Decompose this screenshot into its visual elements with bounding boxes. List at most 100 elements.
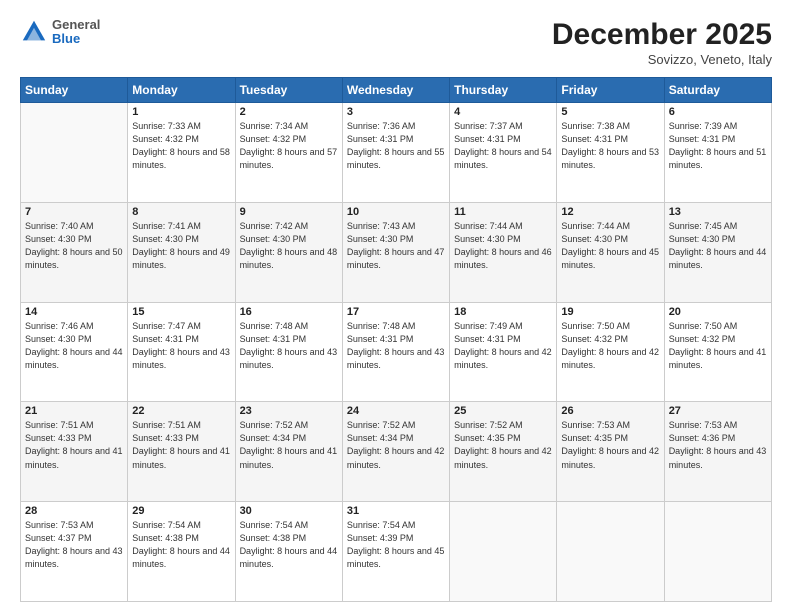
calendar-cell: 31 Sunrise: 7:54 AM Sunset: 4:39 PM Dayli… xyxy=(342,502,449,602)
day-info: Sunrise: 7:51 AM Sunset: 4:33 PM Dayligh… xyxy=(25,419,123,471)
calendar-cell xyxy=(21,103,128,203)
col-header-thursday: Thursday xyxy=(450,78,557,103)
day-number: 15 xyxy=(132,306,230,318)
logo-text: General Blue xyxy=(52,18,100,47)
day-info: Sunrise: 7:48 AM Sunset: 4:31 PM Dayligh… xyxy=(240,320,338,372)
day-info: Sunrise: 7:52 AM Sunset: 4:34 PM Dayligh… xyxy=(240,419,338,471)
day-number: 5 xyxy=(561,106,659,118)
day-number: 16 xyxy=(240,306,338,318)
calendar-cell: 1Sunrise: 7:33 AM Sunset: 4:32 PM Daylig… xyxy=(128,103,235,203)
day-number: 14 xyxy=(25,306,123,318)
calendar-cell: 10 Sunrise: 7:43 AM Sunset: 4:30 PM Dayli… xyxy=(342,202,449,302)
day-info: Sunrise: 7:42 AM Sunset: 4:30 PM Dayligh… xyxy=(240,220,338,272)
calendar-cell: 29Sunrise: 7:54 AM Sunset: 4:38 PM Dayli… xyxy=(128,502,235,602)
day-number: 26 xyxy=(561,405,659,417)
day-info: Sunrise: 7:54 AM Sunset: 4:38 PM Dayligh… xyxy=(240,519,338,571)
day-number: 11 xyxy=(454,206,552,218)
calendar-cell: 17Sunrise: 7:48 AM Sunset: 4:31 PM Dayli… xyxy=(342,302,449,402)
location: Sovizzo, Veneto, Italy xyxy=(552,52,772,67)
day-info: Sunrise: 7:53 AM Sunset: 4:37 PM Dayligh… xyxy=(25,519,123,571)
day-number: 3 xyxy=(347,106,445,118)
day-info: Sunrise: 7:44 AM Sunset: 4:30 PM Dayligh… xyxy=(454,220,552,272)
day-info: Sunrise: 7:54 AM Sunset: 4:39 PM Dayligh… xyxy=(347,519,445,571)
calendar-cell: 4 Sunrise: 7:37 AM Sunset: 4:31 PM Daylig… xyxy=(450,103,557,203)
calendar-cell: 9 Sunrise: 7:42 AM Sunset: 4:30 PM Daylig… xyxy=(235,202,342,302)
title-block: December 2025 Sovizzo, Veneto, Italy xyxy=(552,18,772,67)
day-number: 13 xyxy=(669,206,767,218)
col-header-friday: Friday xyxy=(557,78,664,103)
calendar-cell xyxy=(557,502,664,602)
calendar-cell: 28 Sunrise: 7:53 AM Sunset: 4:37 PM Dayli… xyxy=(21,502,128,602)
col-header-wednesday: Wednesday xyxy=(342,78,449,103)
day-number: 20 xyxy=(669,306,767,318)
calendar-cell: 30 Sunrise: 7:54 AM Sunset: 4:38 PM Dayli… xyxy=(235,502,342,602)
calendar-cell: 20Sunrise: 7:50 AM Sunset: 4:32 PM Dayli… xyxy=(664,302,771,402)
calendar-cell: 8Sunrise: 7:41 AM Sunset: 4:30 PM Daylig… xyxy=(128,202,235,302)
calendar-cell: 2Sunrise: 7:34 AM Sunset: 4:32 PM Daylig… xyxy=(235,103,342,203)
day-number: 19 xyxy=(561,306,659,318)
day-number: 8 xyxy=(132,206,230,218)
day-number: 1 xyxy=(132,106,230,118)
calendar-cell xyxy=(664,502,771,602)
calendar-cell xyxy=(450,502,557,602)
calendar-week-row: 14 Sunrise: 7:46 AM Sunset: 4:30 PM Dayli… xyxy=(21,302,772,402)
page: General Blue December 2025 Sovizzo, Vene… xyxy=(0,0,792,612)
day-number: 12 xyxy=(561,206,659,218)
calendar-cell: 25Sunrise: 7:52 AM Sunset: 4:35 PM Dayli… xyxy=(450,402,557,502)
day-info: Sunrise: 7:50 AM Sunset: 4:32 PM Dayligh… xyxy=(561,320,659,372)
col-header-saturday: Saturday xyxy=(664,78,771,103)
day-number: 9 xyxy=(240,206,338,218)
day-number: 28 xyxy=(25,505,123,517)
calendar-cell: 13Sunrise: 7:45 AM Sunset: 4:30 PM Dayli… xyxy=(664,202,771,302)
month-title: December 2025 xyxy=(552,18,772,52)
day-info: Sunrise: 7:40 AM Sunset: 4:30 PM Dayligh… xyxy=(25,220,123,272)
calendar-cell: 21 Sunrise: 7:51 AM Sunset: 4:33 PM Dayli… xyxy=(21,402,128,502)
day-number: 10 xyxy=(347,206,445,218)
header: General Blue December 2025 Sovizzo, Vene… xyxy=(20,18,772,67)
day-info: Sunrise: 7:37 AM Sunset: 4:31 PM Dayligh… xyxy=(454,120,552,172)
day-info: Sunrise: 7:38 AM Sunset: 4:31 PM Dayligh… xyxy=(561,120,659,172)
calendar-cell: 3Sunrise: 7:36 AM Sunset: 4:31 PM Daylig… xyxy=(342,103,449,203)
col-header-tuesday: Tuesday xyxy=(235,78,342,103)
day-info: Sunrise: 7:51 AM Sunset: 4:33 PM Dayligh… xyxy=(132,419,230,471)
calendar-cell: 18 Sunrise: 7:49 AM Sunset: 4:31 PM Dayli… xyxy=(450,302,557,402)
day-number: 30 xyxy=(240,505,338,517)
day-number: 18 xyxy=(454,306,552,318)
calendar-header-row: SundayMondayTuesdayWednesdayThursdayFrid… xyxy=(21,78,772,103)
day-info: Sunrise: 7:46 AM Sunset: 4:30 PM Dayligh… xyxy=(25,320,123,372)
day-info: Sunrise: 7:49 AM Sunset: 4:31 PM Dayligh… xyxy=(454,320,552,372)
day-info: Sunrise: 7:47 AM Sunset: 4:31 PM Dayligh… xyxy=(132,320,230,372)
day-number: 27 xyxy=(669,405,767,417)
day-info: Sunrise: 7:53 AM Sunset: 4:35 PM Dayligh… xyxy=(561,419,659,471)
calendar-cell: 11 Sunrise: 7:44 AM Sunset: 4:30 PM Dayli… xyxy=(450,202,557,302)
day-number: 21 xyxy=(25,405,123,417)
calendar-cell: 22Sunrise: 7:51 AM Sunset: 4:33 PM Dayli… xyxy=(128,402,235,502)
calendar-cell: 5 Sunrise: 7:38 AM Sunset: 4:31 PM Daylig… xyxy=(557,103,664,203)
calendar-cell: 16 Sunrise: 7:48 AM Sunset: 4:31 PM Dayli… xyxy=(235,302,342,402)
calendar-cell: 6 Sunrise: 7:39 AM Sunset: 4:31 PM Daylig… xyxy=(664,103,771,203)
day-info: Sunrise: 7:39 AM Sunset: 4:31 PM Dayligh… xyxy=(669,120,767,172)
calendar-week-row: 7 Sunrise: 7:40 AM Sunset: 4:30 PM Daylig… xyxy=(21,202,772,302)
day-number: 31 xyxy=(347,505,445,517)
logo-icon xyxy=(20,18,48,46)
logo-blue: Blue xyxy=(52,32,100,46)
calendar-week-row: 21 Sunrise: 7:51 AM Sunset: 4:33 PM Dayli… xyxy=(21,402,772,502)
day-number: 6 xyxy=(669,106,767,118)
day-info: Sunrise: 7:48 AM Sunset: 4:31 PM Dayligh… xyxy=(347,320,445,372)
logo: General Blue xyxy=(20,18,100,47)
col-header-sunday: Sunday xyxy=(21,78,128,103)
day-number: 25 xyxy=(454,405,552,417)
calendar-cell: 24Sunrise: 7:52 AM Sunset: 4:34 PM Dayli… xyxy=(342,402,449,502)
calendar-table: SundayMondayTuesdayWednesdayThursdayFrid… xyxy=(20,77,772,602)
day-info: Sunrise: 7:53 AM Sunset: 4:36 PM Dayligh… xyxy=(669,419,767,471)
calendar-cell: 7 Sunrise: 7:40 AM Sunset: 4:30 PM Daylig… xyxy=(21,202,128,302)
day-number: 7 xyxy=(25,206,123,218)
day-info: Sunrise: 7:52 AM Sunset: 4:34 PM Dayligh… xyxy=(347,419,445,471)
calendar-week-row: 28 Sunrise: 7:53 AM Sunset: 4:37 PM Dayli… xyxy=(21,502,772,602)
day-info: Sunrise: 7:54 AM Sunset: 4:38 PM Dayligh… xyxy=(132,519,230,571)
day-number: 23 xyxy=(240,405,338,417)
day-number: 2 xyxy=(240,106,338,118)
calendar-cell: 12Sunrise: 7:44 AM Sunset: 4:30 PM Dayli… xyxy=(557,202,664,302)
day-info: Sunrise: 7:43 AM Sunset: 4:30 PM Dayligh… xyxy=(347,220,445,272)
day-number: 4 xyxy=(454,106,552,118)
